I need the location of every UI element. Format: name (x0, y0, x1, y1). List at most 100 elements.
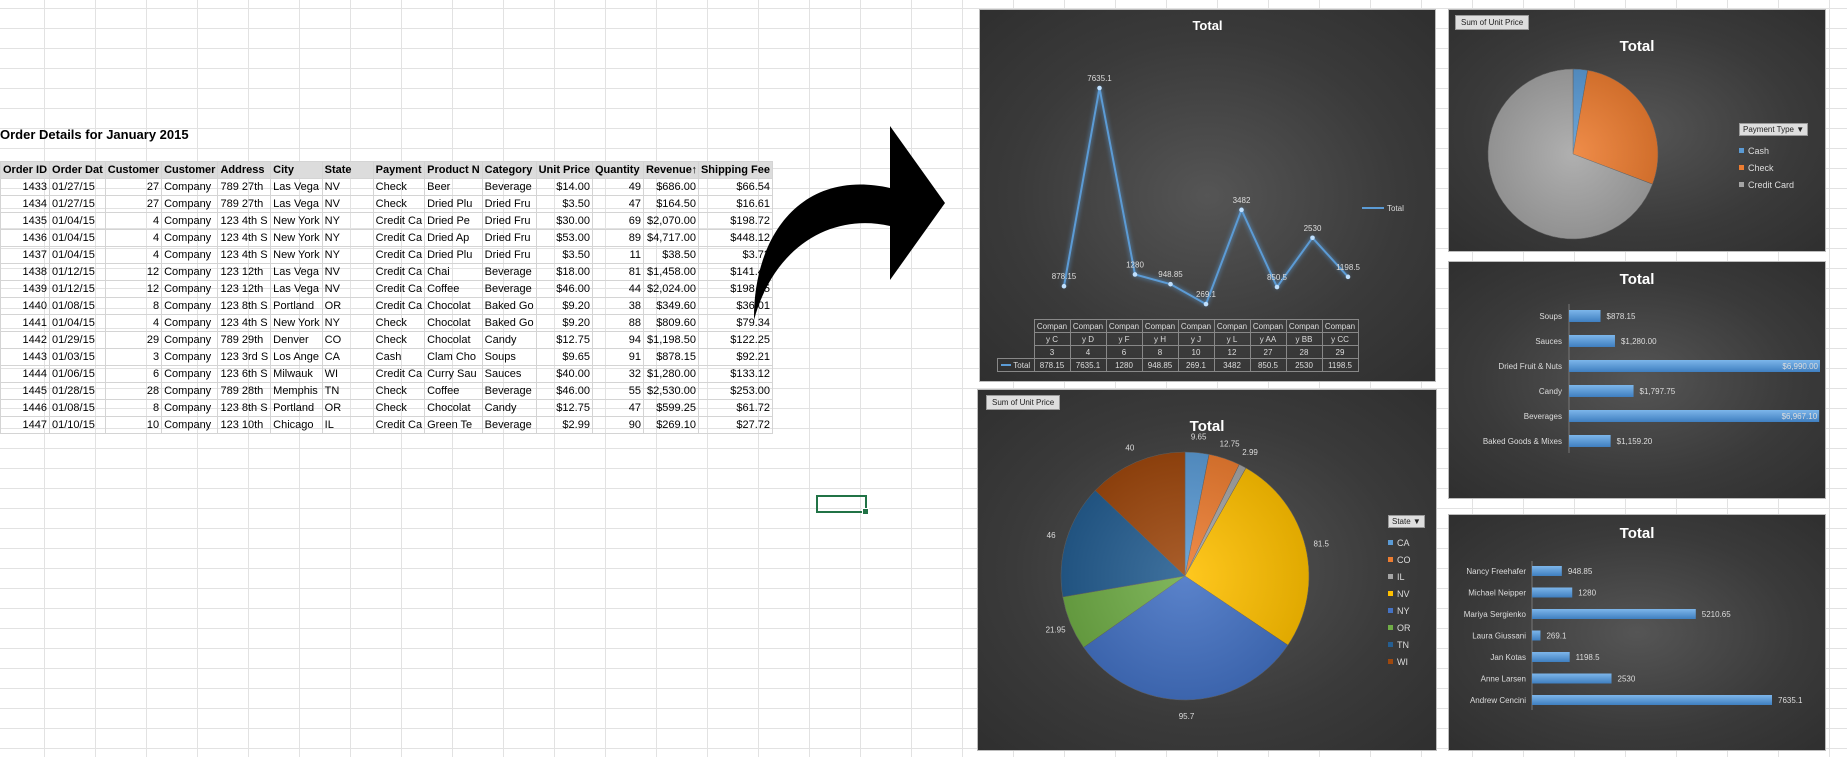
table-cell[interactable]: Company (161, 297, 219, 315)
table-cell[interactable]: 1442 (0, 331, 51, 349)
table-cell[interactable]: 1439 (0, 280, 51, 298)
table-cell[interactable]: $269.10 (642, 416, 699, 434)
table-cell[interactable]: 1445 (0, 382, 51, 400)
table-cell[interactable]: Beverage (481, 280, 537, 298)
table-cell[interactable]: Check (372, 382, 426, 400)
table-cell[interactable]: TN (321, 382, 374, 400)
table-cell[interactable]: 27 (104, 195, 163, 213)
table-cell[interactable]: $599.25 (642, 399, 699, 417)
bar[interactable] (1569, 435, 1611, 447)
table-cell[interactable]: 12 (104, 280, 163, 298)
table-cell[interactable]: Company (161, 348, 219, 366)
table-cell[interactable]: Company (161, 382, 219, 400)
table-cell[interactable]: 6 (104, 365, 163, 383)
selected-cell[interactable] (816, 495, 869, 515)
bar-employee-panel[interactable]: Total Nancy Freehafer 948.85 Michael Neipp… (1448, 514, 1826, 751)
table-cell[interactable]: Company (161, 399, 219, 417)
table-cell[interactable]: 01/28/15 (49, 382, 106, 400)
table-cell[interactable]: Las Vega (270, 280, 323, 298)
table-cell[interactable]: 01/27/15 (49, 195, 106, 213)
table-cell[interactable]: $878.15 (642, 348, 699, 366)
table-cell[interactable]: Credit Ca (372, 246, 426, 264)
table-cell[interactable]: IL (321, 416, 374, 434)
table-cell[interactable]: 123 12th (217, 263, 272, 281)
table-cell[interactable]: 01/04/15 (49, 212, 106, 230)
table-cell[interactable]: 01/04/15 (49, 246, 106, 264)
pie-payment-panel[interactable]: Sum of Unit Price Total Payment Type ▼ Ca… (1448, 9, 1826, 252)
table-cell[interactable]: Beverage (481, 416, 537, 434)
table-cell[interactable]: 01/04/15 (49, 229, 106, 247)
bar[interactable] (1532, 630, 1541, 641)
pie-state-panel[interactable]: Sum of Unit Price Total 9.65 12.75 2.99 81.… (977, 389, 1437, 751)
table-cell[interactable]: 01/08/15 (49, 297, 106, 315)
table-cell[interactable]: 69 (591, 212, 644, 230)
table-cell[interactable]: New York (270, 246, 323, 264)
table-cell[interactable]: Credit Ca (372, 297, 426, 315)
table-cell[interactable]: 88 (591, 314, 644, 332)
table-cell[interactable]: Credit Ca (372, 212, 426, 230)
table-cell[interactable]: 4 (104, 212, 163, 230)
table-cell[interactable]: 27 (104, 178, 163, 196)
table-cell[interactable]: Beverage (481, 178, 537, 196)
table-cell[interactable]: $686.00 (642, 178, 699, 196)
bar[interactable] (1569, 310, 1601, 322)
bar[interactable] (1532, 566, 1562, 576)
table-cell[interactable]: Beverage (481, 382, 537, 400)
table-cell[interactable]: $349.60 (642, 297, 699, 315)
table-cell[interactable]: $809.60 (642, 314, 699, 332)
table-cell[interactable]: Green Te (424, 416, 483, 434)
table-cell[interactable]: 94 (591, 331, 644, 349)
table-cell[interactable]: Dried Fru (481, 229, 537, 247)
table-cell[interactable]: 4 (104, 314, 163, 332)
table-cell[interactable]: CO (321, 331, 374, 349)
table-cell[interactable]: $30.00 (535, 212, 593, 230)
table-cell[interactable]: 8 (104, 297, 163, 315)
table-cell[interactable]: Candy (481, 399, 537, 417)
legend-filter-button[interactable]: Payment Type ▼ (1739, 123, 1809, 136)
table-cell[interactable]: $133.12 (697, 365, 774, 383)
table-cell[interactable]: 32 (591, 365, 644, 383)
column-header[interactable]: Unit Price (535, 161, 593, 179)
orders-table[interactable]: Order ID Order Dat Customer Customer Address… (0, 161, 774, 434)
table-cell[interactable]: 123 4th S (217, 314, 272, 332)
table-cell[interactable]: Company (161, 416, 219, 434)
bar[interactable] (1569, 335, 1615, 347)
table-cell[interactable]: 789 27th (217, 195, 272, 213)
table-cell[interactable]: 01/27/15 (49, 178, 106, 196)
table-cell[interactable]: OR (321, 399, 374, 417)
table-cell[interactable]: 90 (591, 416, 644, 434)
table-cell[interactable]: Check (372, 178, 426, 196)
table-cell[interactable]: NY (321, 246, 374, 264)
table-cell[interactable]: Soups (481, 348, 537, 366)
table-cell[interactable]: Beverage (481, 263, 537, 281)
table-cell[interactable]: $27.72 (697, 416, 774, 434)
table-cell[interactable]: $18.00 (535, 263, 593, 281)
table-cell[interactable]: 123 4th S (217, 229, 272, 247)
table-cell[interactable]: Clam Cho (424, 348, 483, 366)
table-cell[interactable]: 1441 (0, 314, 51, 332)
table-cell[interactable]: 49 (591, 178, 644, 196)
table-cell[interactable]: 11 (591, 246, 644, 264)
table-cell[interactable]: NY (321, 212, 374, 230)
table-cell[interactable]: Curry Sau (424, 365, 483, 383)
table-cell[interactable]: 01/03/15 (49, 348, 106, 366)
table-cell[interactable]: Company (161, 212, 219, 230)
table-cell[interactable]: Candy (481, 331, 537, 349)
column-header[interactable]: City (270, 161, 323, 179)
table-cell[interactable]: 01/12/15 (49, 280, 106, 298)
table-cell[interactable]: 8 (104, 399, 163, 417)
table-cell[interactable]: Baked Go (481, 297, 537, 315)
bar[interactable] (1532, 673, 1612, 684)
table-cell[interactable]: 29 (104, 331, 163, 349)
table-cell[interactable]: 123 4th S (217, 212, 272, 230)
table-cell[interactable]: $12.75 (535, 399, 593, 417)
table-cell[interactable]: 1435 (0, 212, 51, 230)
table-cell[interactable]: 123 8th S (217, 399, 272, 417)
table-cell[interactable]: Chocolat (424, 331, 483, 349)
table-cell[interactable]: New York (270, 229, 323, 247)
line-chart-panel[interactable]: Total 878.15 7635.1 1280 948.85 269.1 3482 850… (979, 9, 1436, 382)
table-cell[interactable]: Memphis (270, 382, 323, 400)
table-cell[interactable]: $46.00 (535, 382, 593, 400)
table-cell[interactable]: $253.00 (697, 382, 774, 400)
column-header[interactable]: Customer (161, 161, 219, 179)
